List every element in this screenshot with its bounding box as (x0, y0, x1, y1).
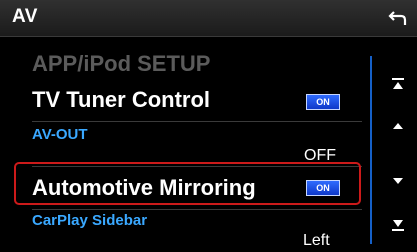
header-bar: AV (0, 0, 417, 37)
selection-highlight (14, 162, 361, 205)
list-item-tv-tuner-control[interactable]: TV Tuner Control ON (0, 87, 372, 119)
scroll-down-icon (393, 178, 403, 184)
settings-list: APP/iPod SETUP TV Tuner Control ON AV-OU… (0, 37, 372, 252)
scroll-to-top-icon (392, 78, 404, 89)
back-button[interactable] (383, 4, 413, 32)
list-item-carplay-sidebar[interactable]: CarPlay Sidebar Left (0, 209, 372, 252)
list-item-av-out[interactable]: AV-OUT OFF (0, 122, 372, 166)
scroll-to-top-button[interactable] (385, 71, 411, 97)
scroll-up-button[interactable] (385, 113, 411, 139)
list-item-app-ipod-setup[interactable]: APP/iPod SETUP (0, 51, 372, 81)
scroll-down-button[interactable] (385, 168, 411, 194)
scroll-to-bottom-icon (392, 220, 404, 231)
back-arrow-icon (388, 11, 407, 25)
status-badge: ON (306, 94, 340, 110)
page-title: AV (12, 6, 38, 27)
list-item-value: Left (303, 232, 330, 249)
list-item-label: AV-OUT (32, 126, 88, 143)
scroll-to-bottom-button[interactable] (385, 212, 411, 238)
scroll-up-icon (393, 123, 403, 129)
list-item-label: TV Tuner Control (32, 87, 211, 112)
list-item-label: CarPlay Sidebar (32, 212, 148, 229)
list-item-label: APP/iPod SETUP (32, 51, 211, 76)
scrollbar-track[interactable] (370, 56, 372, 244)
